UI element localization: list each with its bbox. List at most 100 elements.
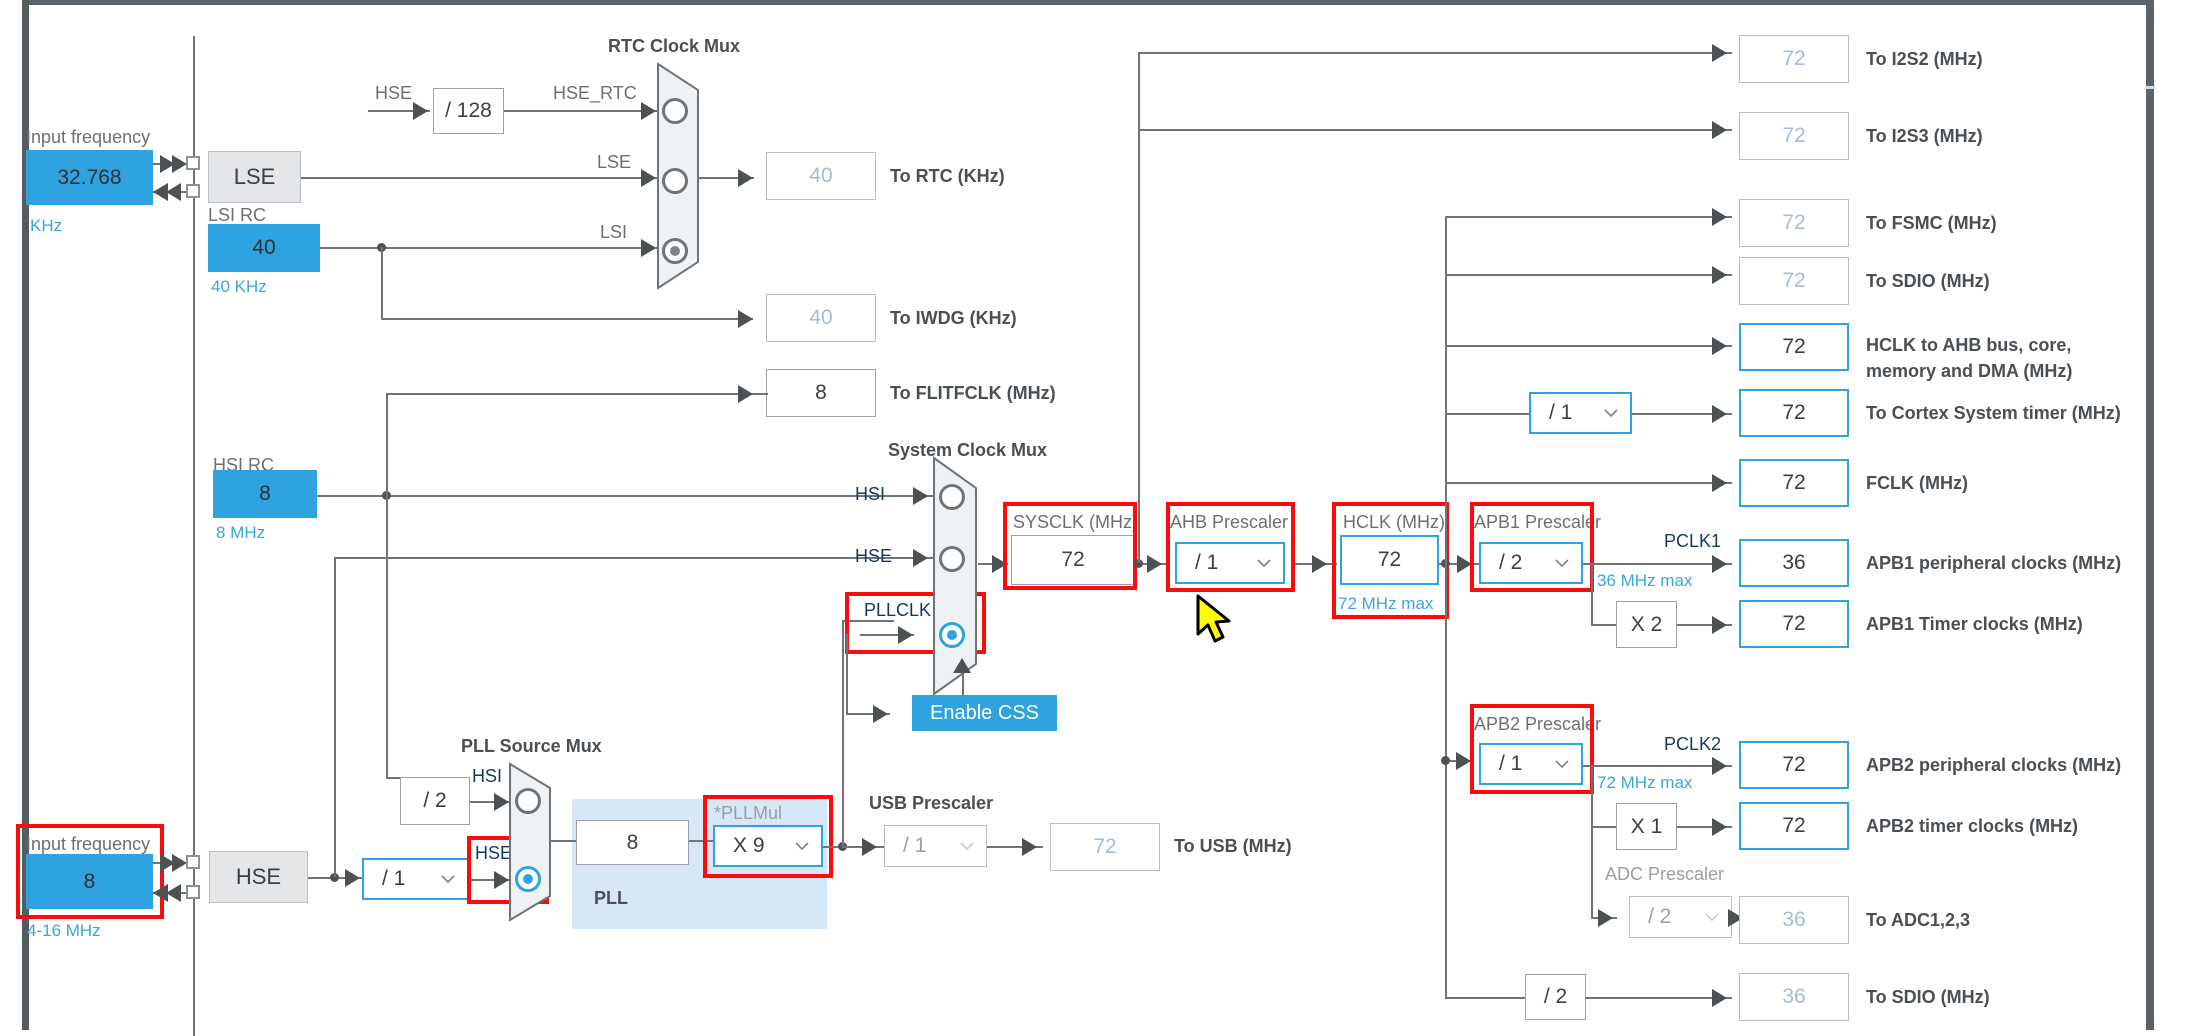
hse-rtc-label: HSE_RTC [553,83,637,103]
apb1-max-note: 36 MHz max [1597,571,1693,590]
chevron-down-icon [795,842,809,850]
pll-source-radio-hse[interactable] [515,866,541,892]
pllmux-hse-label: HSE [475,843,513,863]
hclk-to-cortexdiv-hline [1445,413,1529,415]
rtc-mux-radio-lse[interactable] [662,168,688,194]
lse-unit-note: KHz [30,216,63,235]
sdio-bottom-out-line [1586,997,1732,999]
div2-to-pllmux-arrow [494,793,509,811]
sysmux-hsi-label: HSI [855,484,886,504]
chevron-down-icon [1555,559,1569,567]
apb1-prescaler-select[interactable]: / 2 [1479,542,1583,584]
hclk-to-ahbbus-hline [1445,345,1732,347]
apb1-peripheral-value: 36 [1739,539,1849,587]
vertical-scrollbar[interactable] [2146,0,2154,1030]
sysclk-caption: SYSCLK (MHz) [1013,512,1139,532]
scrollbar-thumb-marker[interactable] [2145,86,2155,89]
rtc-lsi-input-label: LSI [600,222,628,242]
rtc-hse-divider-128: / 128 [433,88,504,134]
apb1-prescaler-caption: APB1 Prescaler [1474,512,1602,532]
lse-oscillator-block[interactable]: LSE [208,151,301,203]
sysclk-to-ahb-arrow [1147,555,1162,573]
pllmul-select[interactable]: X 9 [713,825,823,867]
ahb-prescaler-caption: AHB Prescaler [1170,512,1289,532]
chevron-down-icon [441,875,455,883]
hse-oscillator-block[interactable]: HSE [209,851,308,903]
rtc-mux-out-arrow [738,169,753,187]
pll-input-value: 8 [576,820,689,865]
clock-configuration-canvas: Input frequency 32.768 KHz LSE LSI RC 40… [0,0,2202,1036]
ahb-prescaler-select[interactable]: / 1 [1175,542,1285,584]
apb1-timer-multiplier: X 2 [1616,601,1677,648]
apb2-peripheral-label: APB2 peripheral clocks (MHz) [1866,755,2122,775]
pllclk-vline [842,620,844,846]
cortex-prescaler-select[interactable]: / 1 [1529,392,1632,434]
to-iwdg-label: To IWDG (KHz) [890,308,1017,328]
to-sdio-top-label: To SDIO (MHz) [1866,271,1990,291]
apb2-prescaler-select[interactable]: / 1 [1479,743,1583,785]
hclk-caption: HCLK (MHz) [1343,512,1445,532]
pllmux-hsi-label: HSI [472,766,503,786]
sysmux-radio-hse[interactable] [939,546,965,572]
hse-input-frequency-field[interactable]: 8 [26,854,153,909]
adc-prescaler-select[interactable]: / 2 [1629,896,1732,938]
lsi-to-iwdg-hline [381,318,753,320]
sysclk-to-i2s2-hline [1138,52,1732,54]
apb2-branch-vline [1591,765,1593,917]
chevron-down-icon [1705,913,1719,921]
pll-source-mux-title: PLL Source Mux [461,736,602,756]
to-flitfclk-value: 8 [766,369,876,417]
hsi-rc-value-field[interactable]: 8 [213,470,317,518]
hse-in-arrow-2 [172,854,187,872]
apb1-timer-branch-hline [1591,624,1616,626]
lsi-to-iwdg-arrow [738,310,753,328]
lse-input-frequency-caption: Input frequency [26,127,151,147]
hse-unit-note: 4-16 MHz [27,921,101,940]
pll-in-to-mul-line [689,840,713,842]
pll-source-radio-hsi[interactable] [515,788,541,814]
sysmux-out-arrow [992,555,1007,573]
apb2-peripheral-value: 72 [1739,741,1849,789]
hse-to-sysmux-hline [334,557,935,559]
lsi-rc-caption: LSI RC [208,205,267,225]
rtc-mux-radio-lsi[interactable] [662,238,688,264]
to-i2s3-value: 72 [1739,112,1849,160]
hsi-bus-line [317,495,935,497]
adc-prescaler-value: / 2 [1648,905,1672,928]
pclk2-label: PCLK2 [1664,734,1722,754]
rtc-mux-radio-hse-rtc[interactable] [662,98,688,124]
lsi-to-mux-arrow [641,239,656,257]
sysmux-hse-label: HSE [855,546,893,566]
lsi-rc-value-field[interactable]: 40 [208,224,320,272]
apb1-prescaler-value: / 2 [1499,551,1523,574]
sysmux-radio-pllclk[interactable] [939,622,965,648]
lse-in-arrow-2 [172,155,187,173]
usbdiv-to-out-arrow [1022,838,1037,856]
lse-to-mux-arrow [641,169,656,187]
adc-prescaler-caption: ADC Prescaler [1605,864,1725,884]
hsi-to-flitfclk-hline [386,393,768,395]
hsi-rc-unit-note: 8 MHz [216,523,266,542]
hsi-to-flitfclk-arrow [738,385,753,403]
sysmux-radio-hsi[interactable] [939,484,965,510]
css-feed-vline [846,634,848,713]
hclk-to-ahbbus-arrow [1712,337,1727,355]
usb-prescaler-select[interactable]: / 1 [884,825,987,867]
lse-to-mux-line [301,177,663,179]
pll-to-usb-arrow [862,838,877,856]
usb-prescaler-caption: USB Prescaler [869,793,994,813]
chevron-down-icon [1257,559,1271,567]
apb2-timer-out-arrow [1712,818,1727,836]
pll-hsi-divider-2: / 2 [400,777,470,825]
hclk-to-sdio-arrow [1712,266,1727,284]
rtc-lse-input-label: LSE [597,152,632,172]
pll-hse-divider-select[interactable]: / 1 [362,858,469,900]
apb2-prescaler-caption: APB2 Prescaler [1474,714,1602,734]
to-fsmc-value: 72 [1739,199,1849,247]
lse-input-frequency-field[interactable]: 32.768 [26,150,153,205]
css-feed-arrow [873,705,888,723]
hse-pin-in [186,855,200,869]
to-cortex-systimer-value: 72 [1739,389,1849,437]
to-sdio-top-value: 72 [1739,257,1849,305]
enable-css-button[interactable]: Enable CSS [912,695,1057,731]
